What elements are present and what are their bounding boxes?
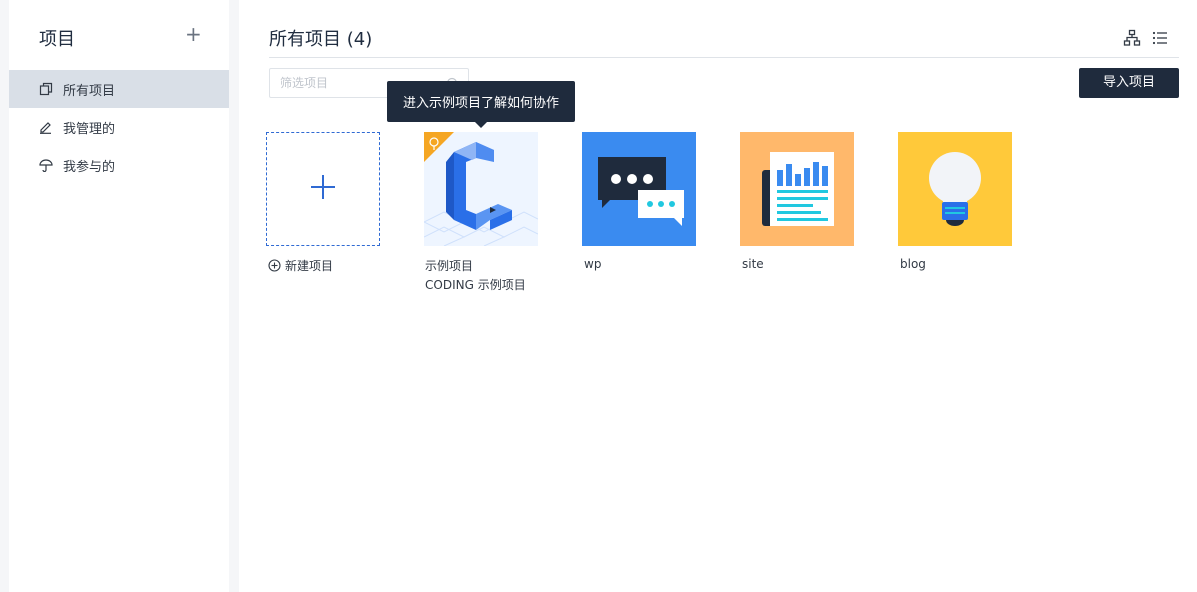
- project-card-site[interactable]: [740, 132, 854, 246]
- import-project-button[interactable]: 导入项目: [1079, 68, 1179, 98]
- tree-view-icon[interactable]: [1123, 29, 1141, 47]
- header-divider: [269, 57, 1179, 58]
- project-card-example[interactable]: [424, 132, 538, 246]
- edit-icon: [39, 120, 53, 134]
- list-view-icon[interactable]: [1151, 29, 1169, 47]
- coding-logo-icon: [424, 132, 538, 246]
- sidebar-title: 项目: [39, 29, 75, 50]
- new-project-link[interactable]: 新建项目: [268, 257, 333, 274]
- project-name[interactable]: wp: [584, 257, 601, 271]
- sidebar-item-all-projects[interactable]: 所有项目: [9, 70, 229, 108]
- project-subtitle: CODING 示例项目: [425, 278, 526, 292]
- add-project-button[interactable]: +: [185, 24, 202, 44]
- project-name[interactable]: blog: [900, 257, 926, 271]
- example-project-tooltip: 进入示例项目了解如何协作: [387, 81, 575, 122]
- project-name[interactable]: 示例项目: [425, 257, 473, 274]
- new-project-card[interactable]: [266, 132, 380, 246]
- tooltip-arrow: [475, 122, 487, 128]
- copy-icon: [39, 82, 53, 96]
- sidebar-item-label: 我管理的: [63, 121, 116, 137]
- sidebar-header: 项目 +: [9, 0, 229, 70]
- sidebar-item-label: 所有项目: [63, 83, 116, 99]
- project-card-blog[interactable]: [898, 132, 1012, 246]
- sidebar-item-label: 我参与的: [63, 159, 116, 175]
- lightbulb-icon: [929, 152, 981, 226]
- plus-icon: [308, 172, 338, 206]
- newspaper-chart-icon: [762, 152, 834, 226]
- sidebar-item-managed[interactable]: 我管理的: [9, 108, 229, 146]
- project-card-wp[interactable]: [582, 132, 696, 246]
- new-project-label: 新建项目: [285, 259, 334, 273]
- chat-bubbles-icon: [598, 157, 684, 226]
- project-name[interactable]: site: [742, 257, 764, 271]
- plus-circle-icon: [268, 259, 281, 272]
- main-content: 所有项目 (4) 导入项目 新建项目: [239, 0, 1197, 592]
- umbrella-icon: [39, 158, 53, 172]
- sidebar: 项目 + 所有项目 我管理的 我参与的: [9, 0, 229, 592]
- sidebar-item-participated[interactable]: 我参与的: [9, 146, 229, 184]
- page-title: 所有项目 (4): [269, 29, 373, 50]
